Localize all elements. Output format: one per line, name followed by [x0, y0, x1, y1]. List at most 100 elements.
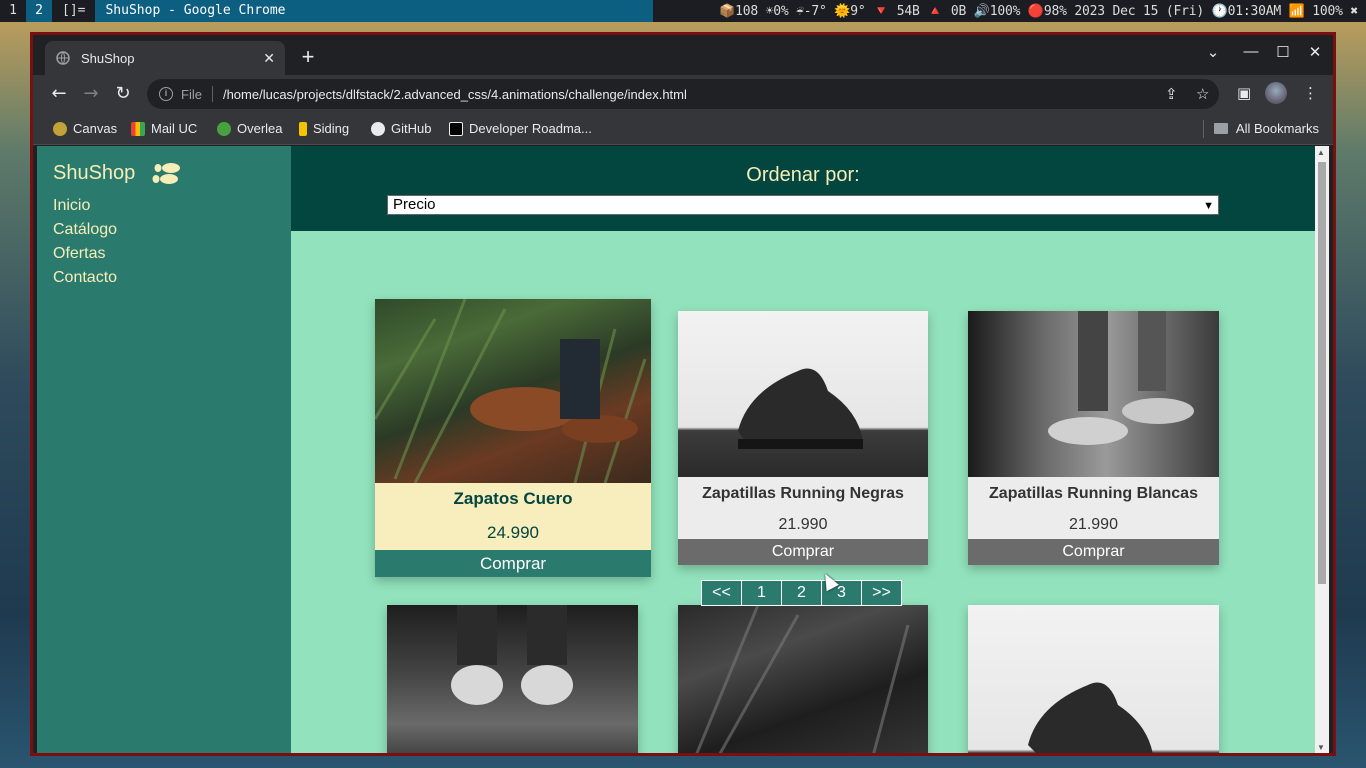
system-taskbar: 1 2 []= ShuShop - Google Chrome 📦108 ☀0%…	[0, 0, 1366, 22]
sidebar: ShuShop Inicio Catálogo Ofertas Contacto	[37, 146, 291, 753]
browser-toolbar: ← → ↻ i File /home/lucas/projects/dlfsta…	[33, 75, 1333, 113]
main-content: Ordenar por: Precio ▼ Zapatos Cuero 24.9…	[291, 146, 1315, 753]
bookmark-github[interactable]: GitHub	[371, 121, 431, 136]
bookmark-label: Overlea	[237, 121, 283, 136]
product-card[interactable]: Zapatos Cuero 24.990 Comprar	[373, 298, 651, 577]
scroll-up-icon[interactable]: ▲	[1317, 148, 1325, 157]
minimize-icon[interactable]: —	[1239, 43, 1263, 60]
product-name: Zapatillas Running Negras	[702, 485, 904, 502]
product-card[interactable]: Zapatillas Running Blancas 21.990 Compra…	[968, 311, 1219, 565]
product-card[interactable]	[387, 605, 638, 753]
bookmark-siding[interactable]: Siding	[299, 121, 349, 136]
footprints-icon	[151, 160, 183, 186]
brand[interactable]: ShuShop	[53, 160, 275, 186]
tab-search-icon[interactable]: ⌄	[1201, 43, 1225, 61]
webpage-viewport: ShuShop Inicio Catálogo Ofertas Contacto	[37, 146, 1329, 753]
back-icon[interactable]: ←	[47, 83, 71, 105]
pager-prev[interactable]: <<	[701, 580, 742, 606]
product-image	[373, 298, 651, 484]
gmail-icon	[131, 121, 145, 136]
product-price: 24.990	[487, 523, 539, 542]
brand-name: ShuShop	[53, 161, 136, 184]
product-card[interactable]	[678, 604, 928, 753]
scroll-down-icon[interactable]: ▼	[1317, 743, 1325, 752]
tab-title: ShuShop	[81, 50, 135, 66]
sort-selected-value: Precio	[393, 196, 436, 213]
product-price: 21.990	[1069, 516, 1118, 533]
bookmark-label: Developer Roadma...	[469, 121, 592, 136]
bookmark-mail-uc[interactable]: Mail UC	[131, 121, 197, 136]
profile-avatar[interactable]	[1265, 82, 1287, 104]
close-window-icon[interactable]: ✕	[1303, 43, 1327, 61]
bookmarks-bar: Canvas Mail UC Overlea Siding GitHub Dev…	[33, 113, 1333, 145]
url-scheme-label: File	[181, 86, 202, 102]
chevron-down-icon: ▼	[1203, 200, 1214, 212]
roadmap-icon	[449, 121, 463, 136]
workspace-1[interactable]: 1	[0, 0, 26, 22]
info-icon[interactable]: i	[159, 87, 173, 101]
bookmark-star-icon[interactable]: ☆	[1196, 85, 1209, 103]
pager-page-1[interactable]: 1	[741, 580, 782, 606]
maximize-icon[interactable]: ☐	[1271, 43, 1295, 61]
bookmark-label: Canvas	[73, 121, 118, 136]
layout-indicator[interactable]: []=	[52, 0, 95, 22]
buy-button[interactable]: Comprar	[968, 539, 1219, 565]
workspace-2[interactable]: 2	[26, 0, 52, 22]
product-image	[968, 605, 1219, 753]
menu-icon[interactable]: ⋮	[1303, 84, 1318, 102]
globe-icon	[55, 50, 71, 66]
product-image	[678, 311, 928, 477]
url-text[interactable]: /home/lucas/projects/dlfstack/2.advanced…	[223, 87, 687, 102]
new-tab-button[interactable]: +	[295, 45, 321, 71]
address-bar[interactable]: i File /home/lucas/projects/dlfstack/2.a…	[147, 79, 1219, 109]
chrome-window: ShuShop ✕ + ⌄ — ☐ ✕ ← → ↻ i File /home/l…	[30, 32, 1336, 756]
bookmark-canvas[interactable]: Canvas	[53, 121, 117, 136]
product-image	[968, 311, 1219, 477]
siding-icon	[299, 121, 307, 136]
bookmark-label: Mail UC	[151, 121, 198, 136]
product-name: Zapatos Cuero	[453, 489, 573, 508]
bookmark-developer-roadmap[interactable]: Developer Roadma...	[449, 121, 592, 136]
product-card[interactable]	[968, 605, 1219, 753]
pager-page-2[interactable]: 2	[781, 580, 822, 606]
forward-icon[interactable]: →	[79, 83, 103, 105]
product-name: Zapatillas Running Blancas	[989, 485, 1198, 502]
buy-button[interactable]: Comprar	[678, 539, 928, 565]
bookmark-overlea[interactable]: Overlea	[217, 121, 283, 136]
overleaf-icon	[217, 121, 231, 136]
omnibox-divider	[211, 86, 213, 102]
nav-ofertas[interactable]: Ofertas	[53, 242, 275, 266]
sort-header: Ordenar por: Precio ▼	[291, 146, 1315, 231]
reload-icon[interactable]: ↻	[111, 83, 135, 105]
pagination: << 1 2 3 >>	[701, 580, 902, 606]
buy-button[interactable]: Comprar	[375, 550, 651, 577]
all-bookmarks-button[interactable]: All Bookmarks	[1213, 121, 1319, 136]
tab-close-icon[interactable]: ✕	[263, 50, 275, 67]
scrollbar-thumb[interactable]	[1318, 162, 1326, 584]
sort-label: Ordenar por:	[746, 164, 860, 186]
sidebar-nav: Inicio Catálogo Ofertas Contacto	[53, 194, 275, 290]
bookmark-label: Siding	[313, 121, 350, 136]
active-window-title: ShuShop - Google Chrome	[95, 0, 654, 22]
sort-select[interactable]: Precio ▼	[387, 195, 1219, 215]
pager-next[interactable]: >>	[861, 580, 902, 606]
side-panel-icon[interactable]: ▣	[1237, 84, 1251, 102]
github-icon	[371, 121, 385, 136]
share-icon[interactable]: ⇪	[1165, 85, 1178, 103]
status-blocks: 📦108 ☀0% ☔-7° 🌞9° 🔻 54B 🔺 0B 🔊100% 🔴98% …	[719, 3, 1358, 19]
all-bookmarks-label: All Bookmarks	[1235, 121, 1319, 136]
tab-shushop[interactable]: ShuShop ✕	[45, 41, 285, 75]
bookmarks-divider	[1203, 120, 1204, 138]
page-scrollbar[interactable]: ▲ ▼	[1315, 146, 1329, 753]
product-price: 21.990	[778, 516, 828, 533]
product-image	[387, 605, 638, 753]
folder-icon	[1213, 123, 1228, 134]
tab-strip: ShuShop ✕ + ⌄ — ☐ ✕	[33, 35, 1333, 75]
product-image	[678, 604, 928, 753]
nav-inicio[interactable]: Inicio	[53, 194, 275, 218]
product-card[interactable]: Zapatillas Running Negras 21.990 Comprar	[678, 311, 928, 565]
bookmark-label: GitHub	[391, 121, 432, 136]
canvas-icon	[53, 121, 67, 136]
nav-contacto[interactable]: Contacto	[53, 266, 275, 290]
nav-catalogo[interactable]: Catálogo	[53, 218, 275, 242]
